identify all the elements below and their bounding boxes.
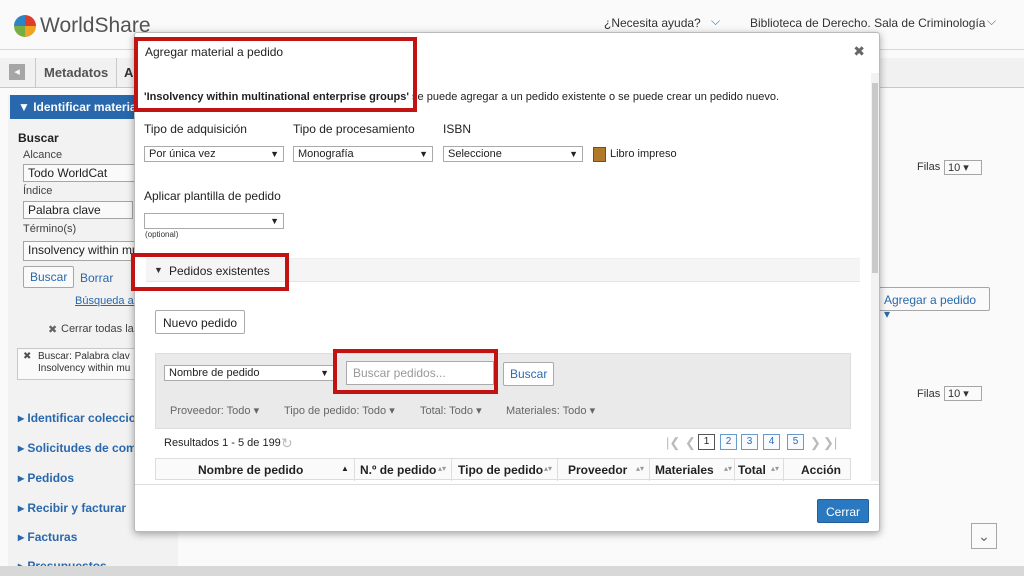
filter-label: Proveedor: Todo — [170, 405, 251, 417]
col-proveedor[interactable]: Proveedor — [568, 463, 627, 477]
col-total[interactable]: Total — [738, 463, 766, 477]
chevron-down-icon: ▼ — [320, 368, 329, 378]
optional-hint: (optional) — [145, 230, 179, 239]
col-tipo-pedido[interactable]: Tipo de pedido — [458, 463, 543, 477]
tipo-procesamiento-select[interactable]: Monografía ▼ — [293, 146, 433, 162]
sort-icon[interactable]: ▴▾ — [724, 464, 732, 473]
filter-proveedor[interactable]: Proveedor: Todo ▾ — [170, 404, 259, 417]
orders-table-header: Nombre de pedido ▲ N.º de pedido ▴▾ Tipo… — [155, 458, 851, 481]
nuevo-pedido-button[interactable]: Nuevo pedido — [155, 310, 246, 334]
column-divider — [451, 459, 452, 481]
prev-page-icon[interactable]: ❮ — [685, 435, 696, 451]
chevron-down-icon: ▼ — [270, 216, 279, 226]
sort-icon[interactable]: ▴▾ — [438, 464, 446, 473]
sort-icon[interactable]: ▴▾ — [771, 464, 779, 473]
col-nombre-pedido[interactable]: Nombre de pedido — [198, 463, 303, 477]
isbn-label: ISBN — [443, 122, 472, 136]
filter-tipo-pedido[interactable]: Tipo de pedido: Todo ▾ — [284, 404, 395, 417]
page-4[interactable]: 4 — [763, 434, 780, 450]
sort-asc-icon[interactable]: ▲ — [341, 464, 349, 473]
cerrar-button[interactable]: Cerrar — [816, 499, 869, 523]
column-divider — [649, 459, 650, 481]
chevron-down-icon: ▼ — [569, 149, 578, 159]
col-accion: Acción — [801, 463, 842, 477]
chevron-down-icon: ▼ — [270, 149, 279, 159]
sort-icon[interactable]: ▴▾ — [544, 464, 552, 473]
filter-total[interactable]: Total: Todo ▾ — [420, 404, 482, 417]
isbn-value: Seleccione — [448, 148, 502, 160]
page-3[interactable]: 3 — [741, 434, 758, 450]
filter-materiales[interactable]: Materiales: Todo ▾ — [506, 404, 595, 417]
filter-label: Materiales: Todo — [506, 405, 587, 417]
tipo-adquisicion-value: Por única vez — [149, 148, 216, 160]
col-materiales[interactable]: Materiales — [655, 463, 714, 477]
buscar-pedidos-button[interactable]: Buscar — [503, 362, 555, 386]
search-by-value: Nombre de pedido — [169, 367, 260, 379]
scrollbar-thumb[interactable] — [872, 83, 878, 273]
column-divider — [557, 459, 558, 481]
filter-label: Tipo de pedido: Todo — [284, 405, 387, 417]
column-divider — [354, 459, 355, 481]
page-5[interactable]: 5 — [787, 434, 804, 450]
filter-label: Total: Todo — [420, 405, 474, 417]
close-icon[interactable]: ✖ — [853, 43, 865, 60]
sort-icon[interactable]: ▴▾ — [636, 464, 644, 473]
highlight-box-search — [333, 349, 498, 394]
column-divider — [734, 459, 735, 481]
page-1[interactable]: 1 — [698, 434, 715, 450]
next-page-icon[interactable]: ❯ — [810, 435, 821, 451]
tipo-procesamiento-value: Monografía — [298, 148, 354, 160]
refresh-icon[interactable]: ↻ — [281, 435, 293, 452]
last-page-icon[interactable]: ❯| — [823, 435, 837, 451]
tipo-procesamiento-label: Tipo de procesamiento — [293, 122, 415, 136]
plantilla-label: Aplicar plantilla de pedido — [144, 189, 281, 203]
dialog-footer-divider — [135, 484, 879, 485]
isbn-select[interactable]: Seleccione ▼ — [443, 146, 583, 162]
tipo-adquisicion-label: Tipo de adquisición — [144, 122, 247, 136]
page-2[interactable]: 2 — [720, 434, 737, 450]
message-rest: se puede agregar a un pedido existente o… — [409, 91, 779, 103]
first-page-icon[interactable]: |❮ — [666, 435, 680, 451]
col-numero-pedido[interactable]: N.º de pedido — [360, 463, 436, 477]
column-divider — [783, 459, 784, 481]
highlight-box-title — [134, 37, 417, 112]
results-count: Resultados 1 - 5 de 199 — [164, 437, 281, 449]
format-label: Libro impreso — [610, 148, 677, 160]
search-by-select[interactable]: Nombre de pedido ▼ — [164, 365, 334, 381]
highlight-box-pedidos — [131, 253, 289, 291]
book-icon — [593, 147, 606, 162]
dialog-scrollbar[interactable] — [871, 73, 879, 481]
plantilla-select[interactable]: ▼ — [144, 213, 284, 229]
chevron-down-icon: ▼ — [419, 149, 428, 159]
tipo-adquisicion-select[interactable]: Por única vez ▼ — [144, 146, 284, 162]
